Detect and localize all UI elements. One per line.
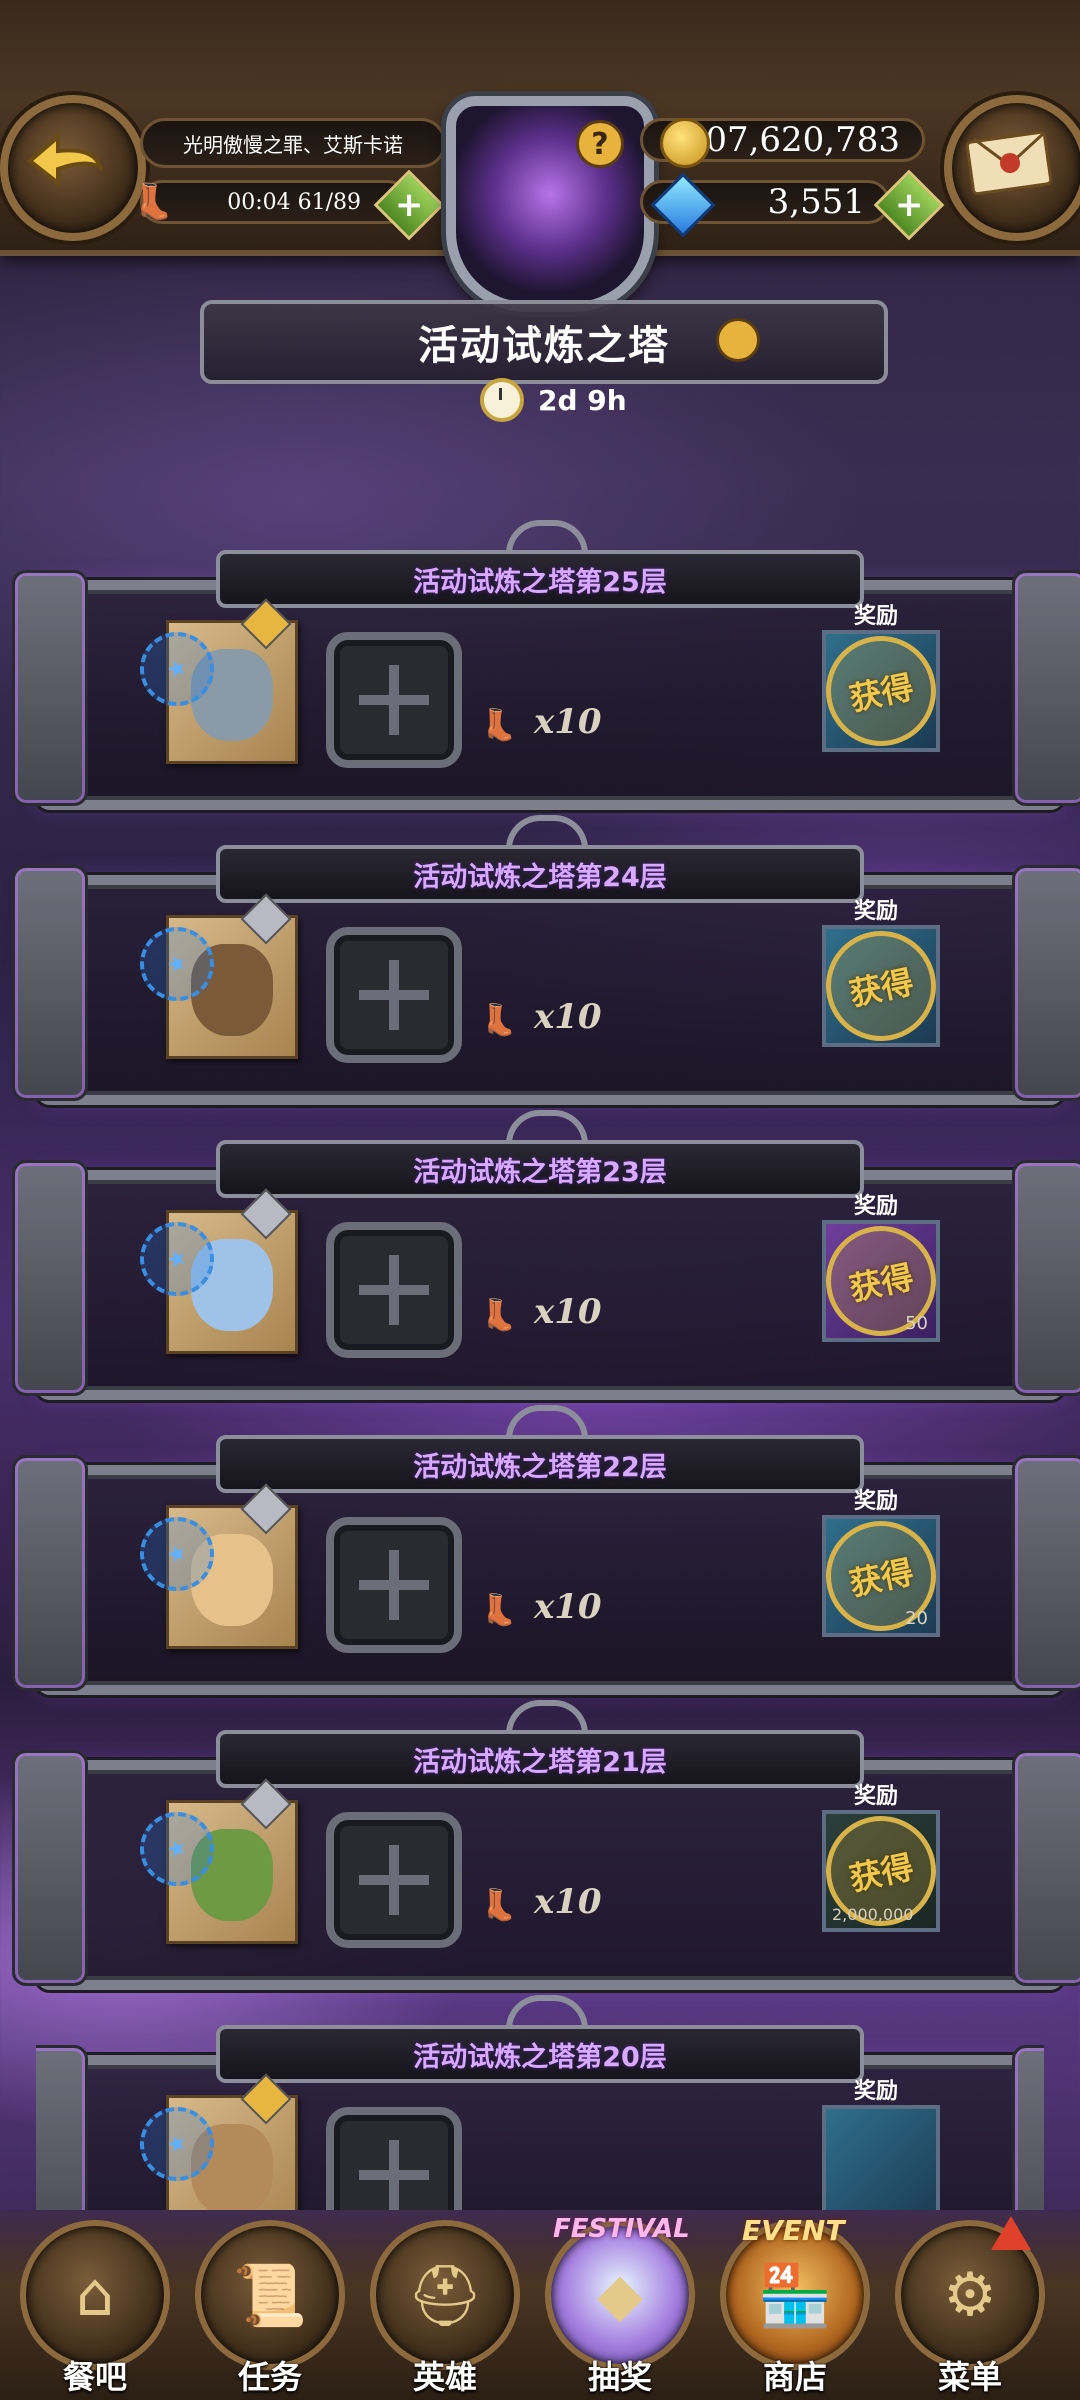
nav-label: 餐吧 [62, 2358, 127, 2396]
obtained-stamp: 获得 [815, 625, 947, 757]
back-arrow-icon [26, 132, 104, 188]
nav-heroes[interactable]: ⛑ 英雄 [370, 2220, 520, 2400]
empty-slot [326, 1517, 462, 1653]
reward-item[interactable]: 获得 20 [815, 1510, 947, 1642]
empty-slot [326, 1812, 462, 1948]
reward-amount: 20 [905, 1608, 928, 1629]
floor-card[interactable]: 活动试炼之塔第25层 ★ 👢 x10 奖励 获得 [12, 520, 1080, 810]
back-button[interactable] [0, 95, 146, 241]
stamina-cost: x10 [534, 1882, 602, 1922]
reward-label: 奖励 [854, 1489, 899, 1514]
cross-icon [359, 1845, 429, 1915]
boot-icon: 👢 [480, 1003, 518, 1038]
stamina-cost: x10 [534, 1587, 602, 1627]
nav-quests[interactable]: 📜 任务 [195, 2220, 345, 2400]
tower-title-banner: 活动试炼之塔 [200, 300, 888, 384]
boot-icon: 👢 [480, 1888, 518, 1923]
reward-amount: 50 [905, 1313, 928, 1334]
reward-label: 奖励 [854, 1194, 899, 1219]
tower-emblem [446, 96, 654, 312]
stamina-cost: x10 [534, 1292, 602, 1332]
empty-slot [326, 927, 462, 1063]
team-name: 光明傲慢之罪、艾斯卡诺 [140, 118, 446, 168]
floor-title: 活动试炼之塔第20层 [216, 2025, 864, 2083]
reward-item[interactable]: 获得 2,000,000 [815, 1805, 947, 1937]
nav-label: 英雄 [412, 2358, 477, 2396]
timer-value: 2d 9h [538, 383, 627, 417]
helmet-icon: ⛑ [370, 2220, 520, 2370]
boot-icon: 👢 [480, 1298, 518, 1333]
reward-label: 奖励 [854, 604, 899, 629]
event-timer: 2d 9h [480, 378, 627, 422]
cross-icon [359, 665, 429, 735]
envelope-icon [965, 130, 1053, 196]
floor-title: 活动试炼之塔第22层 [216, 1435, 864, 1493]
boot-icon: 👢 [132, 182, 175, 222]
cross-icon [359, 1550, 429, 1620]
nav-label: 抽奖 [587, 2358, 652, 2396]
floor-card[interactable]: 活动试炼之塔第22层 ★ 👢 x10 奖励 获得 20 [12, 1405, 1080, 1695]
floor-card[interactable]: 活动试炼之塔第24层 ★ 👢 x10 奖励 获得 [12, 815, 1080, 1105]
festival-tag: FESTIVAL [553, 2214, 690, 2244]
reward-item[interactable]: 获得 [815, 920, 947, 1052]
empty-slot [326, 632, 462, 768]
boot-icon: 👢 [480, 1593, 518, 1628]
stamina-cost: x10 [534, 997, 602, 1037]
floor-card[interactable]: 活动试炼之塔第20层 ★ 奖励 [36, 1995, 1044, 2210]
reward-item[interactable]: 获得 [815, 625, 947, 757]
floor-title: 活动试炼之塔第23层 [216, 1140, 864, 1198]
nav-tavern[interactable]: ⌂ 餐吧 [20, 2220, 170, 2400]
empty-slot [326, 1222, 462, 1358]
reward-label: 奖励 [854, 899, 899, 924]
stamina-cost: x10 [534, 702, 602, 742]
boot-icon: 👢 [480, 708, 518, 743]
nav-label: 任务 [237, 2358, 302, 2396]
reward-item[interactable]: 获得 50 [815, 1215, 947, 1347]
floor-title: 活动试炼之塔第24层 [216, 845, 864, 903]
cross-icon [359, 960, 429, 1030]
floor-card[interactable]: 活动试炼之塔第23层 ★ 👢 x10 奖励 获得 50 [12, 1110, 1080, 1400]
scroll-icon: 📜 [195, 2220, 345, 2370]
reward-item[interactable] [822, 2105, 940, 2210]
cross-icon [359, 2140, 429, 2210]
nav-menu[interactable]: ⚙ 菜单 [895, 2216, 1045, 2400]
empty-slot [326, 2107, 462, 2210]
nav-label: 商店 [762, 2358, 827, 2396]
gold-coin-icon [660, 118, 710, 168]
help-button[interactable]: ? [576, 120, 624, 168]
reward-label: 奖励 [854, 1784, 899, 1809]
floor-card[interactable]: 活动试炼之塔第21层 ★ 👢 x10 奖励 获得 2,000,000 [12, 1700, 1080, 1990]
floor-title: 活动试炼之塔第21层 [216, 1730, 864, 1788]
clock-icon [480, 378, 524, 422]
cross-icon [359, 1255, 429, 1325]
search-icon[interactable] [716, 318, 760, 362]
nav-shop[interactable]: 🏪 EVENT 商店 [720, 2214, 870, 2400]
nav-summon[interactable]: ◆ FESTIVAL 抽奖 [545, 2214, 695, 2400]
reward-label: 奖励 [854, 2079, 899, 2104]
tavern-icon: ⌂ [20, 2220, 170, 2370]
stamina-value: 00:04 61/89 [140, 180, 410, 224]
mail-button[interactable] [944, 95, 1080, 241]
nav-label: 菜单 [937, 2358, 1002, 2396]
reward-amount: 2,000,000 [832, 1905, 914, 1924]
obtained-stamp: 获得 [815, 920, 947, 1052]
event-tag: EVENT [742, 2214, 845, 2247]
floor-title: 活动试炼之塔第25层 [216, 550, 864, 608]
alert-badge-icon [991, 2216, 1031, 2250]
page-title: 活动试炼之塔 [418, 322, 670, 369]
